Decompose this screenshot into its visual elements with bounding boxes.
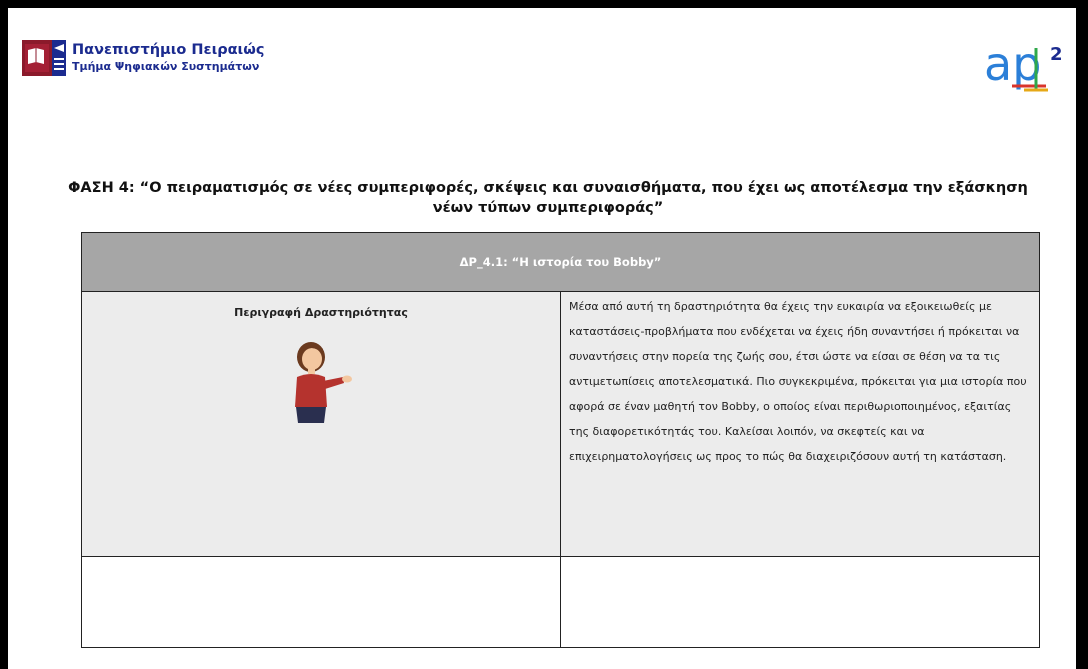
empty-cell-left: [81, 556, 561, 648]
description-label-cell: Περιγραφή Δραστηριότητας: [81, 291, 561, 557]
description-text: Μέσα από αυτή τη δραστηριότητα θα έχεις …: [560, 291, 1040, 557]
document-page: Πανεπιστήμιο Πειραιώς Τμήμα Ψηφιακών Συσ…: [8, 8, 1076, 669]
activity-table: ΔΡ_4.1: “Η ιστορία του Bobby” Περιγραφή …: [81, 232, 1040, 648]
description-label: Περιγραφή Δραστηριότητας: [234, 306, 408, 319]
university-name: Πανεπιστήμιο Πειραιώς: [72, 42, 265, 58]
department-name: Τμήμα Ψηφιακών Συστημάτων: [72, 60, 260, 73]
activity-header: ΔΡ_4.1: “Η ιστορία του Bobby”: [81, 232, 1040, 292]
apt2-logo-icon: ap 2: [984, 38, 1063, 92]
teacher-illustration-icon: [295, 342, 352, 423]
apt-logo-exponent: 2: [1050, 44, 1063, 65]
phase-title: ΦΑΣΗ 4: “Ο πειραματισμός σε νέες συμπερι…: [68, 180, 1028, 216]
university-crest-icon: [22, 40, 66, 76]
apt-logo-letters: ap: [984, 38, 1041, 91]
university-logo: Πανεπιστήμιο Πειραιώς Τμήμα Ψηφιακών Συσ…: [22, 38, 264, 78]
empty-cell-right: [560, 556, 1040, 648]
